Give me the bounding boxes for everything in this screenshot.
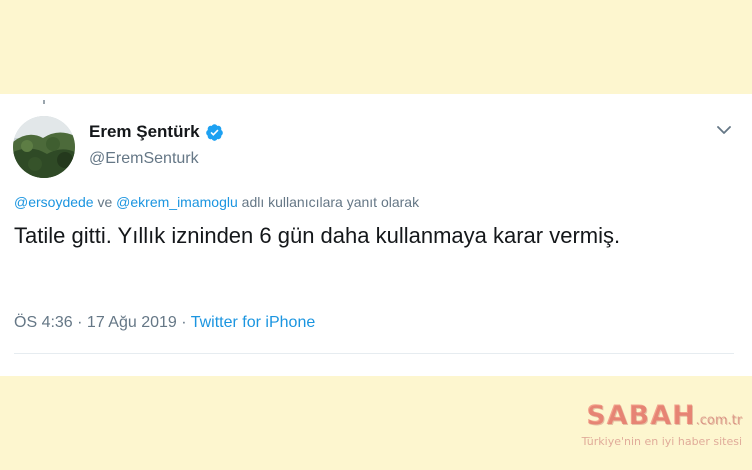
mention-link[interactable]: @ersoydede [14, 194, 94, 210]
author-name[interactable]: Erem Şentürk [89, 122, 224, 142]
divider [14, 353, 734, 354]
watermark-slogan: Türkiye'nin en iyi haber sitesi [581, 435, 742, 448]
author-name-text: Erem Şentürk [89, 122, 200, 141]
avatar[interactable] [13, 116, 75, 178]
meta-separator: · [72, 314, 87, 331]
meta-separator: · [176, 314, 191, 331]
reply-suffix: adlı kullanıcılara yanıt olarak [237, 194, 420, 210]
mention-link[interactable]: @ekrem_imamoglu [116, 194, 238, 210]
tweet-text: Tatile gitti. Yıllık izninden 6 gün daha… [14, 223, 621, 248]
reply-conjunction: ve [93, 194, 117, 210]
avatar-image [13, 116, 75, 178]
watermark-logo: SABAH.com.tr [582, 400, 742, 431]
tweet-source-link[interactable]: Twitter for iPhone [191, 314, 316, 331]
tweet-time[interactable]: ÖS 4:36 [14, 314, 73, 331]
sabah-watermark: SABAH.com.tr Türkiye'nin en iyi haber si… [582, 400, 742, 448]
author-handle[interactable]: @EremSenturk [89, 150, 199, 168]
reply-context: @ersoydede ve @ekrem_imamoglu adlı kulla… [14, 194, 419, 210]
thread-connector [43, 100, 45, 104]
tweet-date[interactable]: 17 Ağu 2019 [87, 314, 177, 331]
tweet-meta: ÖS 4:36 · 17 Ağu 2019 · Twitter for iPho… [14, 314, 315, 332]
watermark-tld: .com.tr [695, 413, 742, 428]
top-background-band [0, 0, 752, 94]
tweet-card: Erem Şentürk @EremSenturk @ersoydede ve … [0, 94, 752, 376]
watermark-logo-text: SABAH [586, 400, 696, 431]
verified-badge-icon [205, 123, 223, 141]
chevron-down-icon[interactable] [716, 124, 732, 136]
